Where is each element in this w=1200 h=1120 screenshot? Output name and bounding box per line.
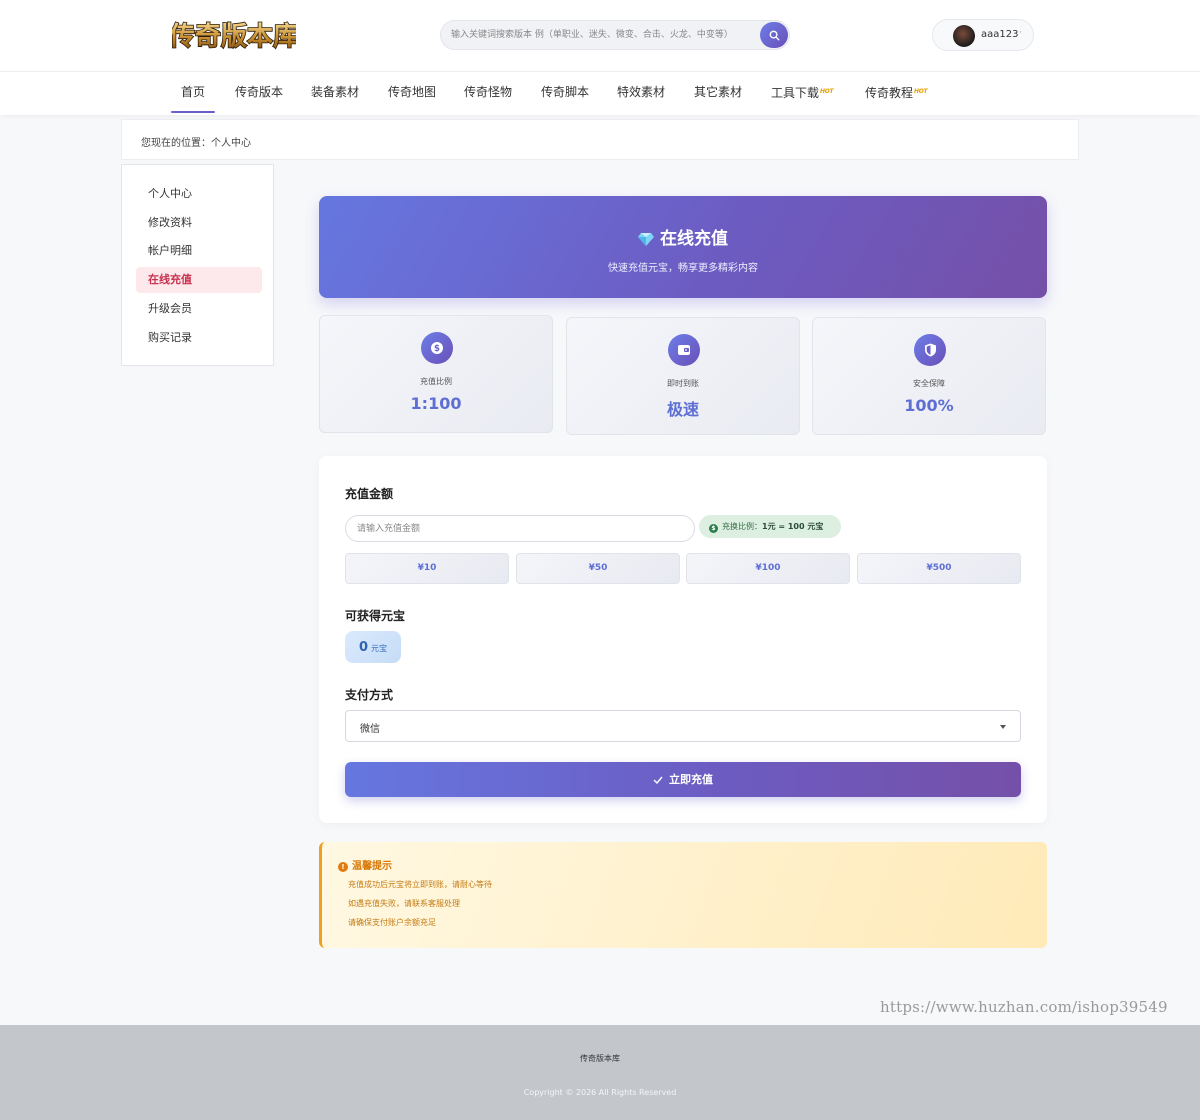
- site-logo[interactable]: 传奇版本库: [172, 14, 296, 56]
- main-nav: 首页 传奇版本 装备素材 传奇地图 传奇怪物 传奇脚本 特效素材 其它素材 工具…: [0, 71, 1200, 115]
- nav-item-scripts[interactable]: 传奇脚本: [541, 72, 589, 116]
- sidebar-item-edit-profile[interactable]: 修改资料: [136, 210, 262, 236]
- nav-item-tools[interactable]: 工具下载HOT: [771, 72, 834, 116]
- tip-line: 充值成功后元宝将立即到账，请耐心等待: [348, 880, 492, 889]
- yuanbao-value: 0: [358, 640, 369, 655]
- footer-site-name: 传奇版本库: [580, 1054, 620, 1063]
- sidebar-item-account-details[interactable]: 帐户明细: [136, 238, 262, 264]
- yuanbao-unit: 元宝: [371, 644, 388, 653]
- nav-item-equipment[interactable]: 装备素材: [311, 72, 359, 116]
- stat-label: 安全保障: [913, 379, 945, 388]
- footer: 传奇版本库 Copyright © 2026 All Rights Reserv…: [0, 1025, 1200, 1120]
- recharge-hero-banner: 在线充值 快速充值元宝，畅享更多精彩内容: [319, 196, 1047, 298]
- stat-value: 极速: [666, 400, 699, 419]
- check-icon: [653, 776, 663, 785]
- sidebar-item-purchase-history[interactable]: 购买记录: [136, 325, 262, 351]
- yuanbao-amount-display: 0 元宝: [345, 631, 401, 663]
- stat-label: 充值比例: [420, 377, 452, 386]
- stat-card-instant: 即时到账 极速: [566, 317, 800, 435]
- stat-card-ratio: $ 充值比例 1:100: [319, 315, 553, 433]
- breadcrumb-text: 您现在的位置：个人中心: [141, 138, 251, 149]
- stat-label: 即时到账: [667, 379, 699, 388]
- chevron-down-icon: [1000, 725, 1006, 729]
- payment-method-select[interactable]: 微信: [345, 710, 1021, 742]
- payment-method-value: 微信: [360, 724, 380, 735]
- hot-badge: HOT: [914, 88, 928, 95]
- amount-section-title: 充值金额: [345, 487, 394, 501]
- amount-input[interactable]: [357, 522, 677, 536]
- tip-line: 如遇充值失败，请联系客服处理: [348, 899, 460, 908]
- sidebar-item-profile-center[interactable]: 个人中心: [136, 181, 262, 207]
- nav-item-effects[interactable]: 特效素材: [617, 72, 665, 116]
- sidebar-item-upgrade-vip[interactable]: 升级会员: [136, 296, 262, 322]
- watermark-url: https://www.huzhan.com/ishop39549: [880, 998, 1168, 1016]
- preset-amount-500[interactable]: ¥500: [857, 553, 1021, 584]
- chevron-down-icon: ·: [1019, 28, 1022, 38]
- tip-line: 请确保支付账户余额充足: [348, 918, 436, 927]
- nav-item-tutorials[interactable]: 传奇教程HOT: [865, 72, 928, 116]
- page-title: 在线充值: [319, 224, 1047, 249]
- ratio-badge: $ 充换比例：1元 = 100 元宝: [699, 515, 841, 538]
- preset-amount-10[interactable]: ¥10: [345, 553, 509, 584]
- top-header: 传奇版本库 aaa123 ·: [0, 0, 1200, 71]
- avatar: [953, 25, 975, 47]
- username: aaa123: [981, 29, 1019, 40]
- amount-field-wrapper: [345, 515, 695, 542]
- nav-item-versions[interactable]: 传奇版本: [235, 72, 283, 116]
- nav-item-monsters[interactable]: 传奇怪物: [464, 72, 512, 116]
- recharge-form: 充值金额 $充换比例：1元 = 100 元宝 ¥10 ¥50 ¥100 ¥500…: [319, 456, 1047, 823]
- gain-section-title: 可获得元宝: [345, 609, 406, 623]
- breadcrumb: 您现在的位置：个人中心: [121, 119, 1079, 160]
- svg-text:$: $: [434, 344, 440, 354]
- user-menu[interactable]: aaa123 ·: [932, 19, 1034, 51]
- hot-badge: HOT: [820, 88, 834, 95]
- shield-icon: [914, 334, 946, 366]
- svg-text:传奇版本库: 传奇版本库: [172, 22, 296, 52]
- stat-value: 1:100: [410, 394, 462, 413]
- preset-amount-100[interactable]: ¥100: [686, 553, 850, 584]
- wallet-icon: [668, 334, 700, 366]
- nav-item-others[interactable]: 其它素材: [694, 72, 742, 116]
- search-button[interactable]: [760, 22, 788, 48]
- diamond-icon: [638, 233, 654, 246]
- nav-item-maps[interactable]: 传奇地图: [388, 72, 436, 116]
- exclamation-icon: !: [338, 862, 348, 872]
- page-subtitle: 快速充值元宝，畅享更多精彩内容: [608, 263, 758, 274]
- submit-recharge-button[interactable]: 立即充值: [345, 762, 1021, 797]
- dollar-coin-icon: $: [709, 524, 718, 533]
- payment-section-title: 支付方式: [345, 688, 394, 702]
- search-icon: [769, 30, 779, 40]
- dollar-coin-icon: $: [421, 332, 453, 364]
- tips-title: ! 温馨提示: [338, 857, 392, 872]
- search-box: [440, 20, 790, 50]
- stat-card-security: 安全保障 100%: [812, 317, 1046, 435]
- preset-amount-50[interactable]: ¥50: [516, 553, 680, 584]
- sidebar: 个人中心 修改资料 帐户明细 在线充值 升级会员 购买记录: [121, 164, 274, 366]
- search-input[interactable]: [451, 27, 751, 43]
- footer-copyright: Copyright © 2026 All Rights Reserved: [523, 1088, 677, 1097]
- nav-item-home[interactable]: 首页: [170, 72, 216, 116]
- stat-value: 100%: [904, 396, 954, 415]
- tips-panel: ! 温馨提示 充值成功后元宝将立即到账，请耐心等待 如遇充值失败，请联系客服处理 …: [319, 842, 1047, 948]
- sidebar-item-online-recharge[interactable]: 在线充值: [136, 267, 262, 293]
